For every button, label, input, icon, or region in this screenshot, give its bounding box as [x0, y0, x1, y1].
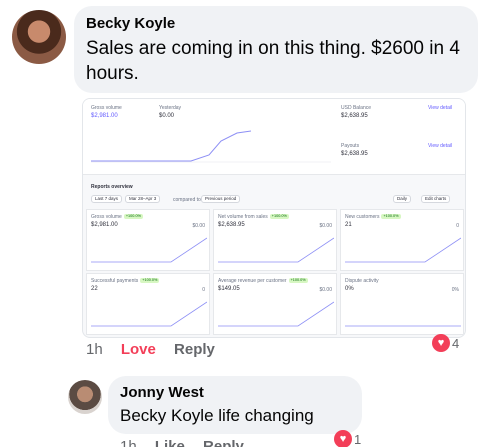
- date-range-filter[interactable]: Mar 28–Apr 3: [125, 195, 161, 203]
- metric-value: $2,638.95: [218, 222, 245, 228]
- metric-previous: 0: [456, 223, 459, 229]
- payouts-value: $2,638.95: [341, 151, 368, 157]
- period-filter[interactable]: Last 7 days: [91, 195, 123, 203]
- metric-value: 21: [345, 222, 352, 228]
- avatar-becky-koyle[interactable]: [12, 10, 66, 64]
- comment-actions: 1h Like Reply: [120, 438, 244, 447]
- metric-badge: +100.0%: [269, 214, 289, 220]
- reaction-count: 4: [452, 335, 460, 351]
- reports-overview-title: Reports overview: [91, 184, 133, 190]
- metric-value: $149.05: [218, 286, 240, 292]
- metric-badge: +100.0%: [123, 214, 143, 220]
- comment-text: Becky Koyle life changing: [120, 406, 314, 425]
- metric-card-gross-volume[interactable]: Gross volume +100.0% $2,981.00 $0.00: [86, 209, 210, 271]
- reaction-summary[interactable]: ♥ 4: [432, 334, 459, 352]
- gross-volume-label: Gross volume: [91, 105, 122, 111]
- metric-card-new-customers[interactable]: New customers +100.0% 21 0: [340, 209, 464, 271]
- love-button[interactable]: Love: [121, 341, 156, 358]
- yesterday-value: $0.00: [159, 113, 175, 119]
- comment-timestamp[interactable]: 1h: [86, 341, 103, 358]
- metric-value: 0%: [345, 286, 354, 292]
- comment-text: Sales are coming in on this thing. $2600…: [86, 38, 460, 84]
- gross-volume-chart: [91, 130, 331, 163]
- metric-sparkline: [218, 301, 334, 327]
- attached-dashboard-screenshot[interactable]: Gross volume $2,981.00 Yesterday $0.00 U…: [82, 98, 466, 338]
- comment-actions: 1h Love Reply: [86, 341, 215, 358]
- metric-card-net-volume[interactable]: Net volume from sales +100.0% $2,638.95 $…: [213, 209, 337, 271]
- metric-previous: 0%: [451, 287, 459, 293]
- daily-filter[interactable]: Daily: [393, 195, 412, 203]
- metric-previous: $0.00: [192, 223, 205, 229]
- metric-card-average-revenue[interactable]: Average revenue per customer +100.0% $149…: [213, 273, 337, 335]
- reaction-summary[interactable]: ♥ 1: [334, 430, 361, 447]
- metric-previous: $0.00: [319, 223, 332, 229]
- metric-label: Dispute activity: [345, 278, 379, 284]
- edit-charts-button[interactable]: Edit charts: [421, 195, 451, 203]
- like-button[interactable]: Like: [155, 438, 185, 447]
- comment-author[interactable]: Becky Koyle: [86, 15, 175, 32]
- gross-volume-value: $2,981.00: [91, 113, 118, 119]
- metric-badge: +100.0%: [140, 278, 160, 284]
- metric-label: Net volume from sales: [218, 214, 268, 220]
- view-detail-link-1[interactable]: View detail: [428, 105, 452, 111]
- metric-label: New customers: [345, 214, 380, 220]
- heart-icon: ♥: [432, 334, 450, 352]
- usd-balance-value: $2,638.95: [341, 113, 368, 119]
- metric-previous: $0.00: [319, 287, 332, 293]
- metric-value: 22: [91, 286, 98, 292]
- metric-card-dispute-activity[interactable]: Dispute activity 0% 0%: [340, 273, 464, 335]
- previous-period-filter[interactable]: Previous period: [201, 195, 241, 203]
- metric-previous: 0: [202, 287, 205, 293]
- comment-bubble: Jonny West Becky Koyle life changing: [108, 376, 362, 434]
- compared-to-label: compared to: [173, 197, 201, 203]
- view-detail-link-2[interactable]: View detail: [428, 143, 452, 149]
- metric-label: Average revenue per customer: [218, 278, 287, 284]
- metric-card-successful-payments[interactable]: Successful payments +100.0% 22 0: [86, 273, 210, 335]
- comment-author[interactable]: Jonny West: [120, 384, 204, 401]
- reply-button[interactable]: Reply: [203, 438, 244, 447]
- reaction-count: 1: [354, 431, 362, 447]
- payouts-label: Payouts: [341, 143, 360, 149]
- metric-label: Gross volume: [91, 214, 122, 220]
- heart-icon: ♥: [334, 430, 352, 447]
- metric-sparkline: [345, 237, 461, 263]
- comment-bubble: Becky Koyle Sales are coming in on this …: [74, 6, 478, 93]
- metric-sparkline: [345, 325, 461, 327]
- metric-badge: +100.0%: [288, 278, 308, 284]
- avatar-jonny-west[interactable]: [68, 380, 102, 414]
- metric-value: $2,981.00: [91, 222, 118, 228]
- metric-sparkline: [91, 301, 207, 327]
- metric-sparkline: [91, 237, 207, 263]
- reply-button[interactable]: Reply: [174, 341, 215, 358]
- yesterday-label: Yesterday: [159, 105, 182, 111]
- dashboard-summary: Gross volume $2,981.00 Yesterday $0.00 U…: [83, 99, 465, 175]
- metric-badge: +100.0%: [381, 214, 401, 220]
- usd-balance-label: USD Balance: [341, 105, 372, 111]
- metric-sparkline: [218, 237, 334, 263]
- comment-timestamp[interactable]: 1h: [120, 438, 137, 447]
- metric-label: Successful payments: [91, 278, 139, 284]
